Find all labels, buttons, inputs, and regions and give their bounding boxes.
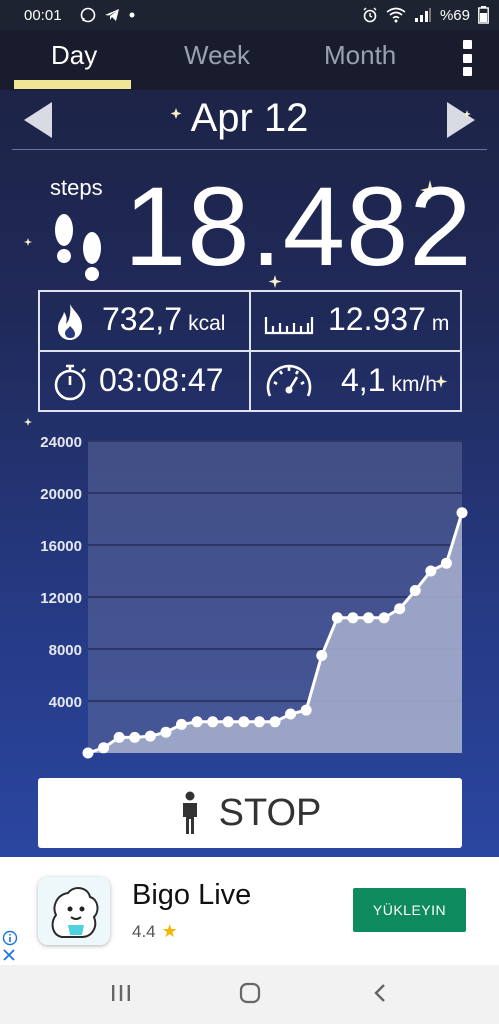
chart-data-point: [331, 612, 343, 624]
duration-stat: 03:08:47: [99, 362, 224, 399]
battery-icon: [478, 6, 489, 24]
chart-data-point: [82, 747, 94, 759]
notification-icons: [80, 7, 136, 23]
back-icon[interactable]: [370, 981, 390, 1005]
chart-data-point: [347, 612, 359, 624]
ad-close-icon[interactable]: [2, 948, 16, 962]
bigo-live-logo[interactable]: [38, 877, 110, 945]
y-tick-label: 20000: [40, 486, 82, 503]
chart-data-point: [238, 716, 250, 728]
system-navigation-bar: [0, 965, 499, 1024]
calories-stat: 732,7 kcal: [102, 301, 225, 338]
chart-data-point: [191, 716, 203, 728]
person-icon: [182, 791, 197, 834]
duration-value: 03:08:47: [99, 362, 224, 398]
ruler-icon: [264, 317, 314, 335]
speed-value: 4,1: [341, 362, 386, 398]
chart-data-point: [285, 708, 297, 720]
steps-count: 18.482: [124, 164, 473, 289]
chart-data-point: [409, 585, 421, 596]
star-icon: ★: [161, 921, 178, 941]
speed-stat: 4,1 km/h: [341, 362, 437, 399]
chart-data-point: [378, 612, 390, 624]
chart-data-point: [425, 565, 437, 577]
chart-data-point: [394, 603, 406, 615]
distance-unit: m: [431, 312, 450, 335]
y-tick-label: 4000: [49, 694, 82, 711]
alarm-icon: [363, 7, 377, 23]
chart-data-point: [300, 704, 312, 716]
footprints-icon: [55, 214, 101, 281]
chart-data-point: [207, 716, 219, 728]
chart-data-point: [98, 742, 110, 754]
stats-panel: 732,7 kcal 12.937 m 03:08:47 4,1 km/h: [38, 290, 462, 412]
hourly-steps-chart: 4000800012000160002000024000246810121416…: [40, 435, 468, 759]
chart-data-point: [113, 731, 125, 743]
app-content: Day Week Month Apr 12 steps 18.482 732,7…: [0, 30, 499, 857]
chart-data-point: [269, 716, 281, 728]
ad-banner[interactable]: Bigo Live 4.4 ★ YÜKLEYIN: [0, 857, 499, 965]
status-bar: 00:01 %69: [0, 0, 499, 30]
chart-data-point: [440, 557, 452, 569]
signal-icon: [414, 8, 431, 22]
stop-button-label: STOP: [218, 791, 322, 834]
telegram-icon: [104, 9, 119, 21]
steps-label: steps: [50, 175, 103, 200]
distance-stat: 12.937 m: [328, 301, 449, 338]
y-tick-label: 8000: [49, 642, 82, 659]
calories-unit: kcal: [188, 312, 226, 335]
chart-data-point: [222, 716, 234, 728]
speed-unit: km/h: [391, 373, 437, 396]
wifi-icon: [386, 7, 406, 23]
chart-data-point: [363, 612, 374, 624]
y-tick-label: 16000: [40, 538, 82, 555]
ad-rating-value: 4.4: [132, 921, 156, 941]
status-time: 00:01: [24, 6, 62, 24]
flame-icon: [58, 304, 82, 340]
ad-install-button[interactable]: YÜKLEYIN: [353, 888, 466, 932]
home-icon[interactable]: [238, 981, 262, 1005]
battery-percent: %69: [439, 6, 470, 24]
distance-value: 12.937: [328, 301, 426, 337]
ad-rating: 4.4 ★: [132, 921, 178, 942]
ad-title[interactable]: Bigo Live: [132, 879, 251, 912]
whatsapp-icon: [80, 7, 95, 23]
chart-data-point: [176, 718, 187, 730]
stopwatch-icon: [54, 364, 86, 401]
speedometer-icon: [266, 364, 312, 397]
dot-icon: [129, 12, 135, 18]
stop-button[interactable]: STOP: [38, 778, 462, 848]
chart-data-point: [129, 731, 141, 743]
chart-data-point: [316, 650, 328, 661]
chart-data-point: [456, 507, 468, 519]
y-tick-label: 24000: [40, 435, 82, 451]
y-tick-label: 12000: [40, 590, 82, 607]
chart-data-point: [160, 726, 172, 738]
calories-value: 732,7: [102, 301, 183, 337]
chart-data-point: [144, 730, 156, 742]
chart-data-point: [253, 716, 265, 728]
recent-apps-icon[interactable]: [110, 981, 132, 1005]
ad-info-icon[interactable]: [2, 930, 18, 946]
